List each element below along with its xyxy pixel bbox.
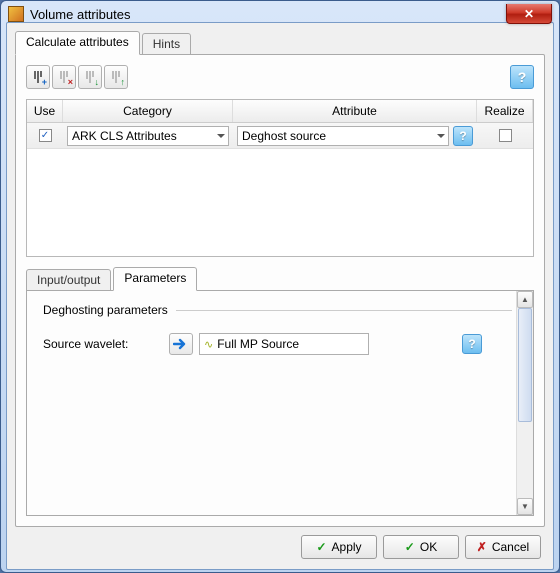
window-title: Volume attributes [30,7,130,22]
cell-attribute: Deghost source ? [233,124,477,148]
tab-calculate-attributes[interactable]: Calculate attributes [15,31,140,55]
volume-attributes-window: Volume attributes ✕ Calculate attributes… [0,0,560,573]
tab-label: Calculate attributes [26,35,129,49]
use-checkbox[interactable]: ✓ [39,129,52,142]
arrow-up-icon: ↑ [121,77,126,87]
divider [176,310,512,311]
col-header-realize[interactable]: Realize [477,100,533,122]
scroll-up-button[interactable]: ▲ [517,291,533,308]
add-attribute-button[interactable]: + [26,65,50,89]
move-down-button[interactable]: ↓ [78,65,102,89]
chevron-down-icon [437,134,445,138]
tab-label: Input/output [37,273,100,287]
close-button[interactable]: ✕ [506,4,552,24]
arrow-right-icon [173,338,189,350]
cell-realize [477,127,533,144]
table-row: ✓ ARK CLS Attributes Deghost source [27,123,533,149]
top-tabstrip: Calculate attributes Hints [15,31,545,55]
source-wavelet-label: Source wavelet: [43,337,163,351]
wavelet-value: Full MP Source [217,337,299,351]
wavelet-help-button[interactable]: ? [462,334,482,354]
tab-label: Hints [153,37,180,51]
toolbar: + × ↓ ↑ ? [26,65,534,89]
vertical-scrollbar[interactable]: ▲ ▼ [516,291,533,515]
dialog-footer: ✓ Apply ✓ OK ✗ Cancel [15,527,545,561]
bars-icon [86,71,94,83]
wavelet-icon: ∿ [204,338,213,351]
button-label: OK [420,540,437,554]
help-icon: ? [468,337,475,351]
select-wavelet-button[interactable] [169,333,193,355]
source-wavelet-row: Source wavelet: ∿ Full MP Source [43,333,512,355]
col-header-category[interactable]: Category [63,100,233,122]
remove-attribute-button[interactable]: × [52,65,76,89]
app-icon [8,6,24,22]
x-icon: × [68,77,73,87]
source-wavelet-field[interactable]: ∿ Full MP Source [199,333,369,355]
button-label: Cancel [492,540,529,554]
calculate-tab-page: + × ↓ ↑ ? [15,54,545,527]
checkmark-icon: ✓ [41,131,49,141]
move-up-button[interactable]: ↑ [104,65,128,89]
cancel-button[interactable]: ✗ Cancel [465,535,541,559]
scroll-down-button[interactable]: ▼ [517,498,533,515]
cell-category: ARK CLS Attributes [63,124,233,148]
x-icon: ✗ [477,540,487,554]
chevron-down-icon [217,134,225,138]
tab-label: Parameters [124,271,186,285]
apply-button[interactable]: ✓ Apply [301,535,377,559]
scroll-thumb[interactable] [518,308,532,422]
titlebar[interactable]: Volume attributes ✕ [6,6,554,22]
scroll-track[interactable] [517,308,533,498]
arrow-down-icon: ↓ [95,77,100,87]
realize-checkbox[interactable] [499,129,512,142]
dropdown-value: ARK CLS Attributes [72,129,177,143]
close-icon: ✕ [524,7,534,21]
tab-hints[interactable]: Hints [142,33,191,55]
tab-parameters[interactable]: Parameters [113,267,197,291]
attribute-dropdown[interactable]: Deghost source [237,126,449,146]
check-icon: ✓ [405,540,415,554]
grid-header: Use Category Attribute Realize [27,100,533,123]
attribute-help-button[interactable]: ? [453,126,473,146]
attributes-grid: Use Category Attribute Realize ✓ ARK CLS… [26,99,534,257]
col-header-attribute[interactable]: Attribute [233,100,477,122]
check-icon: ✓ [316,540,326,554]
dropdown-value: Deghost source [242,129,326,143]
client-area: Calculate attributes Hints + × ↓ [6,22,554,570]
help-icon: ? [459,129,466,143]
lower-tabstrip: Input/output Parameters [26,267,534,291]
tab-input-output[interactable]: Input/output [26,269,111,291]
help-icon: ? [518,69,527,85]
category-dropdown[interactable]: ARK CLS Attributes [67,126,229,146]
parameters-group-header: Deghosting parameters [43,303,512,317]
plus-icon: + [42,77,47,87]
button-label: Apply [332,540,362,554]
ok-button[interactable]: ✓ OK [383,535,459,559]
group-title: Deghosting parameters [43,303,168,317]
bars-icon [112,71,120,83]
cell-use: ✓ [27,127,63,144]
col-header-use[interactable]: Use [27,100,63,122]
help-button[interactable]: ? [510,65,534,89]
parameters-tab-page: Deghosting parameters Source wavelet: ∿ [26,290,534,516]
